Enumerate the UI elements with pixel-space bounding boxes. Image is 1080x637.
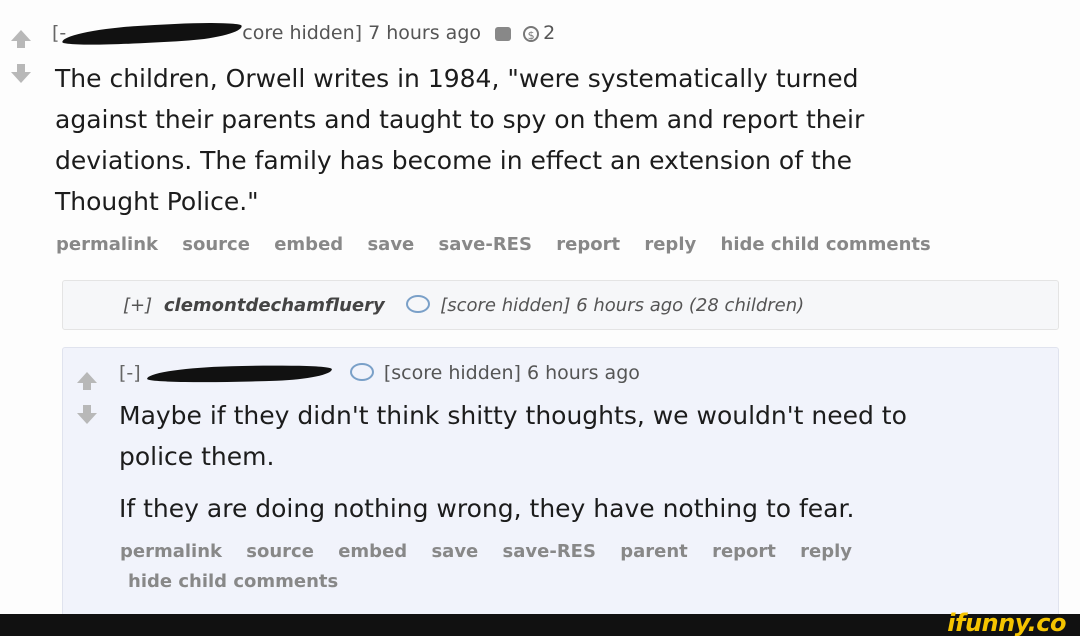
downvote-arrow-icon[interactable] — [11, 64, 31, 83]
body-line: against their parents and taught to spy … — [55, 105, 865, 134]
collapsed-tagline: [+] clemontdechamfluery [score hidden] 6… — [123, 295, 804, 316]
upvote-arrow-icon[interactable] — [11, 30, 31, 48]
reddit-thread: [- core hidden] 7 hours ago $2 The childr… — [0, 0, 1080, 614]
speech-bubble-icon — [406, 295, 431, 313]
permalink-button[interactable]: permalink — [56, 234, 158, 255]
reply-button[interactable]: reply — [644, 234, 696, 255]
gilded-icon — [495, 26, 512, 41]
expand-toggle[interactable]: [+] — [123, 295, 152, 316]
coin-icon: $ — [523, 25, 540, 42]
body-line: Maybe if they didn't think shitty though… — [119, 401, 907, 430]
embed-button[interactable]: embed — [274, 234, 343, 255]
coin-count: 2 — [543, 22, 556, 44]
comment-author[interactable]: clemontdechamfluery — [164, 295, 385, 316]
source-button[interactable]: source — [182, 234, 250, 255]
reply-comment: [-] [score hidden] 6 hours ago Maybe if … — [62, 347, 1059, 614]
reply-tagline-text: [score hidden] 6 hours ago — [383, 362, 640, 384]
body-line: deviations. The family has become in eff… — [55, 146, 852, 175]
parent-tagline-text: core hidden] 7 hours ago — [242, 22, 482, 44]
body-line: The children, Orwell writes in 1984, "we… — [55, 64, 859, 93]
reply-action-buttons: permalink source embed save save-RES par… — [120, 541, 870, 562]
parent-action-buttons: permalink source embed save save-RES rep… — [56, 234, 949, 255]
save-button[interactable]: save — [367, 234, 414, 255]
collapsed-tagline-text: [score hidden] 6 hours ago (28 children) — [440, 295, 805, 316]
source-button[interactable]: source — [246, 541, 314, 562]
parent-button[interactable]: parent — [620, 541, 688, 562]
permalink-button[interactable]: permalink — [120, 541, 222, 562]
downvote-arrow-icon[interactable] — [77, 405, 97, 424]
reply-tagline: [-] [score hidden] 6 hours ago — [119, 362, 640, 385]
collapsed-comment[interactable]: [+] clemontdechamfluery [score hidden] 6… — [62, 280, 1059, 330]
save-res-button[interactable]: save-RES — [503, 541, 596, 562]
hide-child-comments-button[interactable]: hide child comments — [128, 571, 338, 592]
body-line: police them. — [119, 442, 275, 471]
report-button[interactable]: report — [556, 234, 620, 255]
ifunny-watermark: ifunny.co — [947, 609, 1066, 637]
body-line: Thought Police." — [55, 187, 259, 216]
redacted-username — [146, 362, 332, 385]
parent-tagline: [- core hidden] 7 hours ago $2 — [52, 18, 556, 49]
reply-button[interactable]: reply — [800, 541, 852, 562]
report-button[interactable]: report — [712, 541, 776, 562]
speech-bubble-icon — [349, 362, 374, 381]
watermark-bar — [0, 614, 1080, 636]
save-res-button[interactable]: save-RES — [439, 234, 532, 255]
hide-child-comments-button[interactable]: hide child comments — [721, 234, 931, 255]
reply-action-buttons-wrapped: hide child comments — [128, 571, 356, 592]
reply-comment-body: Maybe if they didn't think shitty though… — [119, 395, 1049, 529]
redacted-username — [61, 18, 243, 49]
embed-button[interactable]: embed — [338, 541, 407, 562]
save-button[interactable]: save — [431, 541, 478, 562]
parent-comment-body: The children, Orwell writes in 1984, "we… — [55, 58, 1055, 222]
body-line: If they are doing nothing wrong, they ha… — [119, 494, 855, 523]
collapse-toggle[interactable]: [-] — [119, 362, 141, 384]
upvote-arrow-icon[interactable] — [77, 372, 97, 390]
